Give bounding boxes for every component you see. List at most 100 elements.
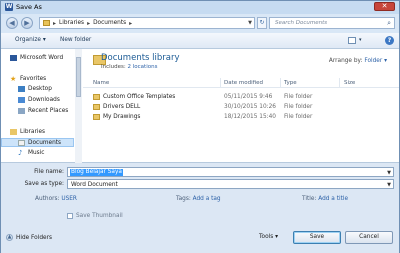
authors-value[interactable]: USER <box>61 196 77 202</box>
column-header-name[interactable]: Name <box>93 80 109 86</box>
navigation-pane: Microsoft Word ★ Favorites Desktop Downl… <box>1 49 82 163</box>
file-name-input[interactable]: Blog Belajar Saya ▼ <box>67 167 394 177</box>
save-type-select[interactable]: Word Document ▼ <box>67 179 394 189</box>
authors-field: Authors: USER <box>35 196 77 202</box>
forward-button[interactable]: ▶ <box>21 17 33 29</box>
tags-field: Tags: Add a tag <box>176 196 221 202</box>
back-button[interactable]: ◀ <box>6 17 18 29</box>
sidebar-item-documents[interactable]: Documents <box>18 140 61 146</box>
organize-button[interactable]: Organize ▾ <box>15 37 46 43</box>
sidebar-item-desktop[interactable]: Desktop <box>18 86 52 92</box>
chevron-down-icon[interactable]: ▼ <box>387 182 391 188</box>
sidebar-item-label: Favorites <box>20 76 47 82</box>
file-name: Drivers DELL <box>103 104 141 110</box>
file-name: Custom Office Templates <box>103 94 176 100</box>
chevron-right-icon: ▸ <box>129 19 133 27</box>
view-dropdown-icon[interactable]: ▾ <box>359 37 362 43</box>
arrange-dropdown[interactable]: Folder ▾ <box>364 58 387 64</box>
title-value[interactable]: Add a title <box>318 196 348 202</box>
sidebar-item-music[interactable]: ♪ Music <box>18 149 45 157</box>
save-button[interactable]: Save <box>293 231 341 244</box>
hide-folders-label: Hide Folders <box>16 234 52 241</box>
sidebar-item-label: Libraries <box>20 129 46 135</box>
column-divider[interactable] <box>280 78 281 87</box>
arrange-label: Arrange by: <box>328 58 363 64</box>
includes-label: Includes: <box>101 64 126 70</box>
save-thumbnail-label: Save Thumbnail <box>76 213 123 219</box>
cancel-button[interactable]: Cancel <box>345 231 393 244</box>
desktop-icon <box>18 86 25 92</box>
save-thumbnail-checkbox[interactable] <box>67 213 73 219</box>
navigation-bar: ◀ ▶ ▸ Libraries ▸ Documents ▸ ▼ ↻ Search… <box>1 14 399 33</box>
sidebar-item-label: Recent Places <box>28 108 69 114</box>
hide-folders-button[interactable]: ▲ Hide Folders <box>6 234 52 241</box>
window-title: Save As <box>16 3 42 11</box>
sidebar-item-microsoft-word[interactable]: Microsoft Word <box>10 55 63 61</box>
authors-label: Authors: <box>35 196 60 202</box>
folder-icon <box>93 94 100 100</box>
sidebar-item-downloads[interactable]: Downloads <box>18 97 60 103</box>
chevron-right-icon: ▸ <box>53 19 57 27</box>
browser-area: Microsoft Word ★ Favorites Desktop Downl… <box>1 49 399 163</box>
address-dropdown-icon[interactable]: ▼ <box>248 20 252 26</box>
column-divider[interactable] <box>220 78 221 87</box>
music-icon: ♪ <box>18 149 23 157</box>
locations-link[interactable]: 2 locations <box>128 64 158 70</box>
sidebar-item-favorites[interactable]: ★ Favorites <box>10 75 47 83</box>
sidebar-item-label: Microsoft Word <box>20 55 64 61</box>
column-header-size[interactable]: Size <box>344 80 355 86</box>
save-as-dialog: W Save As ✕ ◀ ▶ ▸ Libraries ▸ Documents … <box>0 0 400 253</box>
file-row[interactable]: Custom Office Templates 05/11/2015 9:46 … <box>83 92 399 102</box>
title-bar: W Save As ✕ <box>1 1 399 14</box>
help-icon[interactable]: ? <box>385 36 394 45</box>
library-includes: Includes: 2 locations <box>101 64 157 70</box>
file-type: File folder <box>284 104 313 110</box>
chevron-up-icon: ▲ <box>6 234 13 241</box>
scrollbar-thumb[interactable] <box>76 57 81 97</box>
title-label: Title: <box>302 196 317 202</box>
file-date: 18/12/2015 15:40 <box>224 114 276 120</box>
breadcrumb-documents[interactable]: Documents <box>93 20 126 26</box>
sidebar-item-label: Desktop <box>28 86 52 92</box>
file-row[interactable]: Drivers DELL 30/10/2015 10:26 File folde… <box>83 102 399 112</box>
close-button[interactable]: ✕ <box>374 2 395 11</box>
tags-label: Tags: <box>176 196 191 202</box>
view-options-icon[interactable] <box>348 37 356 44</box>
save-options-panel: File name: Blog Belajar Saya ▼ Save as t… <box>1 163 399 253</box>
breadcrumb-libraries[interactable]: Libraries <box>59 20 84 26</box>
column-headers: Name Date modified Type Size <box>83 77 399 88</box>
file-name: My Drawings <box>103 114 141 120</box>
address-bar[interactable]: ▸ Libraries ▸ Documents ▸ ▼ <box>39 17 255 29</box>
save-type-label: Save as type: <box>24 181 64 187</box>
chevron-down-icon[interactable]: ▼ <box>387 170 391 176</box>
column-divider[interactable] <box>339 78 340 87</box>
column-header-type[interactable]: Type <box>284 80 297 86</box>
downloads-icon <box>18 97 25 103</box>
file-type: File folder <box>284 94 313 100</box>
search-input[interactable]: Search Documents ⌕ <box>269 17 395 29</box>
command-toolbar: Organize ▾ New folder ▾ ? <box>1 33 399 49</box>
folder-icon <box>93 104 100 110</box>
folder-icon <box>93 114 100 120</box>
folder-icon <box>43 20 50 26</box>
sidebar-item-label: Music <box>28 150 45 156</box>
file-type: File folder <box>284 114 313 120</box>
documents-icon <box>18 140 25 146</box>
new-folder-button[interactable]: New folder <box>60 37 91 43</box>
tags-value[interactable]: Add a tag <box>193 196 221 202</box>
title-field: Title: Add a title <box>302 196 348 202</box>
sidebar-item-recent-places[interactable]: Recent Places <box>18 108 68 114</box>
search-placeholder: Search Documents <box>275 20 328 26</box>
column-header-date[interactable]: Date modified <box>224 80 263 86</box>
file-date: 05/11/2015 9:46 <box>224 94 273 100</box>
file-list-pane: Documents library Includes: 2 locations … <box>83 49 399 163</box>
save-type-value: Word Document <box>71 182 118 188</box>
arrange-by: Arrange by: Folder ▾ <box>329 58 387 64</box>
tools-menu-button[interactable]: Tools ▾ <box>259 234 278 240</box>
search-icon: ⌕ <box>387 19 391 27</box>
file-row[interactable]: My Drawings 18/12/2015 15:40 File folder <box>83 112 399 122</box>
refresh-button[interactable]: ↻ <box>257 17 267 29</box>
star-icon: ★ <box>10 75 17 83</box>
sidebar-item-libraries[interactable]: Libraries <box>10 129 45 135</box>
sidebar-scrollbar[interactable] <box>75 49 82 163</box>
